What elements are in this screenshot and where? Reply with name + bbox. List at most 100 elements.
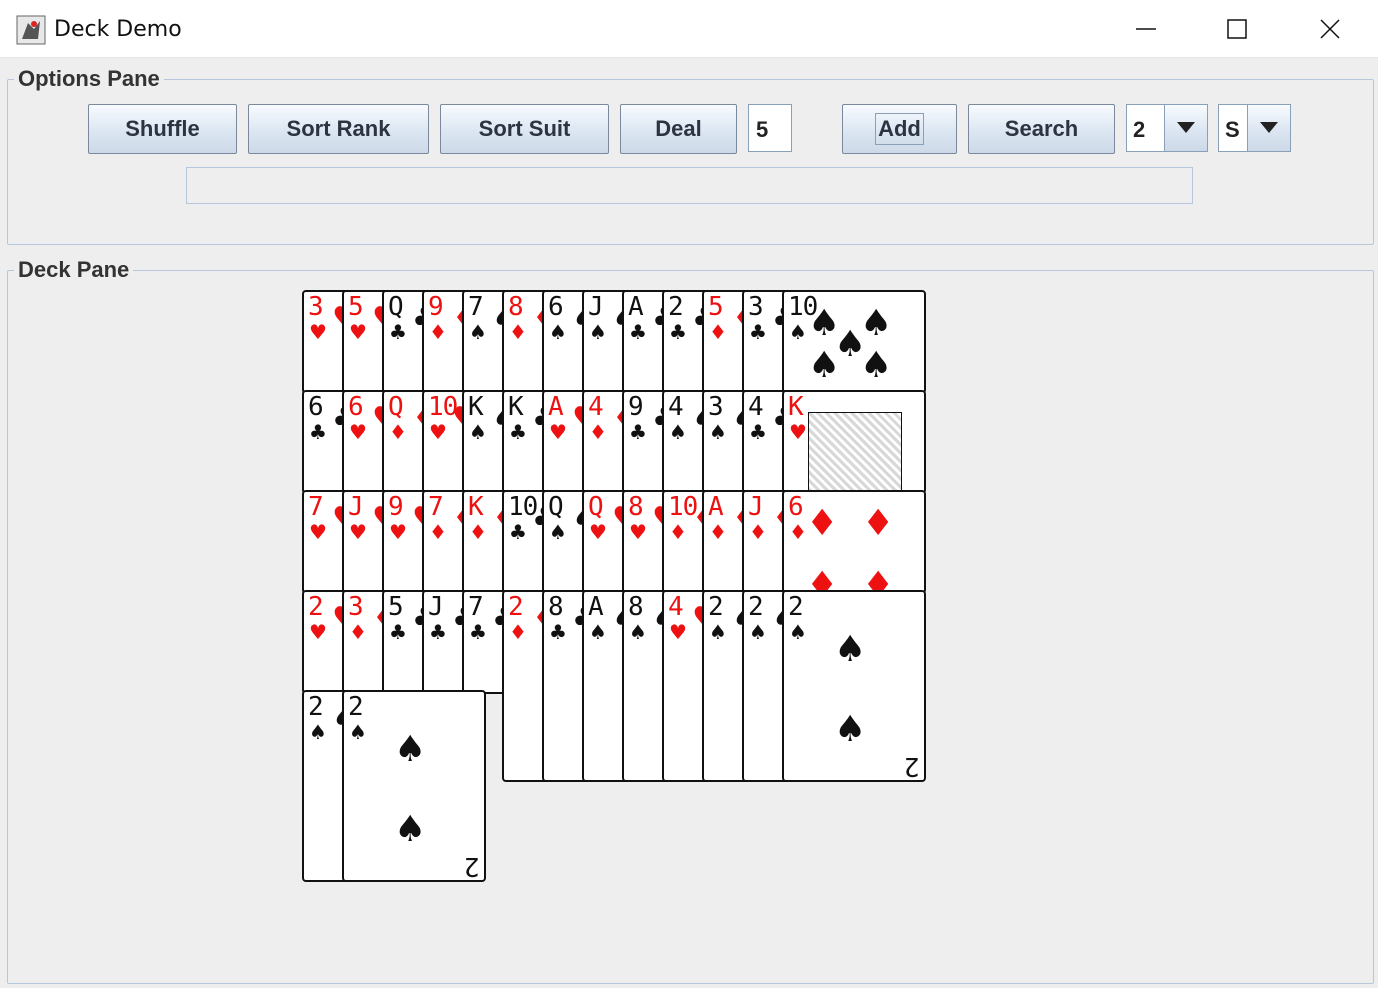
card-rank: 8: [548, 592, 564, 622]
card-suit-icon: ♥: [349, 320, 367, 344]
card-pip-icon: ♠: [834, 324, 867, 365]
card-rank: K: [468, 492, 484, 522]
card-rank: 7: [468, 292, 484, 322]
card-suit-icon: ♣: [509, 420, 527, 444]
sort-suit-button[interactable]: Sort Suit: [440, 104, 609, 154]
window-title: Deck Demo: [54, 17, 182, 42]
card-rank: 2: [508, 592, 524, 622]
card-suit-icon: ♥: [389, 520, 407, 544]
card-suit-icon: ♠: [469, 320, 487, 344]
card-suit-icon: ♣: [549, 620, 567, 644]
minimize-icon: [1136, 28, 1156, 30]
result-field: [186, 167, 1193, 204]
card-rank: 3: [348, 592, 364, 622]
search-button[interactable]: Search: [968, 104, 1115, 154]
card-pip-icon: ♦: [806, 503, 839, 544]
card-rank: 9: [628, 392, 644, 422]
card-suit-icon: ♥: [429, 420, 447, 444]
maximize-icon: [1227, 19, 1247, 39]
card-suit-icon: ♥: [309, 320, 327, 344]
card-rank: 5: [348, 292, 364, 322]
card-rank: 4: [588, 392, 604, 422]
card-rank: 9: [388, 492, 404, 522]
shuffle-button[interactable]: Shuffle: [88, 104, 237, 154]
card-pip-icon: ♠: [834, 709, 867, 750]
card-suit-icon: ♥: [349, 420, 367, 444]
card-rank: 3: [748, 292, 764, 322]
card-rank: 6: [308, 392, 324, 422]
card-pip-icon: ♠: [394, 809, 427, 850]
card-suit-icon: ♠: [789, 320, 807, 344]
card-rank: 4: [748, 392, 764, 422]
chevron-down-icon: [1177, 122, 1195, 133]
card-suit-icon: ♦: [509, 620, 527, 644]
card-suit-icon: ♠: [549, 520, 567, 544]
deck-pane-legend: Deck Pane: [18, 257, 130, 282]
sort-rank-button[interactable]: Sort Rank: [248, 104, 429, 154]
card-suit-icon: ♠: [709, 620, 727, 644]
card-suit-icon: ♣: [469, 620, 487, 644]
card-bottom-index: 2: [904, 751, 920, 781]
card-suit-icon: ♦: [589, 420, 607, 444]
card-suit-icon: ♥: [309, 620, 327, 644]
card-suit-icon: ♦: [389, 420, 407, 444]
maximize-button[interactable]: [1215, 12, 1259, 48]
card-rank: 6: [348, 392, 364, 422]
card-rank: K: [508, 392, 524, 422]
card-suit-icon: ♥: [669, 620, 687, 644]
card-pip-icon: ♠: [394, 729, 427, 770]
card-suit-icon: ♦: [709, 320, 727, 344]
card-rank: A: [628, 292, 644, 322]
card-rank: 3: [708, 392, 724, 422]
card-suit-icon: ♣: [389, 320, 407, 344]
card-rank: Q: [388, 392, 404, 422]
card-suit-icon: ♠: [469, 420, 487, 444]
card-suit-icon: ♦: [349, 620, 367, 644]
card-rank: 8: [508, 292, 524, 322]
card-bottom-index: 2: [464, 851, 480, 881]
chevron-down-icon: [1260, 122, 1278, 133]
options-pane-legend: Options Pane: [18, 66, 160, 91]
playing-card[interactable]: 2 ♠ ♠ ♠ 2: [782, 590, 926, 782]
card-rank: 2: [788, 592, 804, 622]
card-suit-icon: ♣: [389, 620, 407, 644]
card-rank: 7: [468, 592, 484, 622]
card-rank: 2: [348, 692, 364, 722]
playing-card[interactable]: 2 ♠ ♠ ♠ 2: [342, 690, 486, 882]
card-suit-icon: ♥: [309, 520, 327, 544]
card-rank: 2: [308, 592, 324, 622]
card-suit-icon: ♣: [429, 620, 447, 644]
card-rank: A: [588, 592, 604, 622]
card-suit-icon: ♦: [509, 320, 527, 344]
card-suit-icon: ♣: [749, 420, 767, 444]
close-icon: [1320, 19, 1340, 39]
card-suit-icon: ♦: [749, 520, 767, 544]
card-suit-icon: ♦: [669, 520, 687, 544]
suit-dropdown-button[interactable]: [1247, 105, 1290, 151]
card-rank: J: [348, 492, 364, 522]
add-button[interactable]: Add: [842, 104, 957, 154]
rank-select-value: 2: [1133, 117, 1146, 142]
playing-card[interactable]: K ♥: [782, 390, 926, 494]
deal-count-field[interactable]: 5: [748, 104, 792, 152]
close-button[interactable]: [1308, 12, 1352, 48]
card-suit-icon: ♦: [789, 520, 807, 544]
card-suit-icon: ♠: [549, 320, 567, 344]
card-rank: J: [428, 592, 444, 622]
card-suit-icon: ♥: [789, 420, 807, 444]
card-rank: A: [708, 492, 724, 522]
title-bar: Deck Demo: [0, 0, 1378, 58]
card-suit-icon: ♠: [589, 620, 607, 644]
suit-select[interactable]: S: [1218, 104, 1291, 152]
playing-card[interactable]: 10 ♠ ♠ ♠ ♠ ♠ ♠: [782, 290, 926, 394]
card-suit-icon: ♦: [709, 520, 727, 544]
card-suit-icon: ♣: [669, 320, 687, 344]
card-suit-icon: ♠: [669, 420, 687, 444]
deal-button[interactable]: Deal: [620, 104, 737, 154]
card-suit-icon: ♥: [349, 520, 367, 544]
rank-select[interactable]: 2: [1126, 104, 1208, 152]
minimize-button[interactable]: [1124, 12, 1168, 48]
rank-dropdown-button[interactable]: [1164, 105, 1207, 151]
card-suit-icon: ♠: [629, 620, 647, 644]
playing-card[interactable]: 6 ♦ ♦ ♦ ♦ ♦: [782, 490, 926, 594]
